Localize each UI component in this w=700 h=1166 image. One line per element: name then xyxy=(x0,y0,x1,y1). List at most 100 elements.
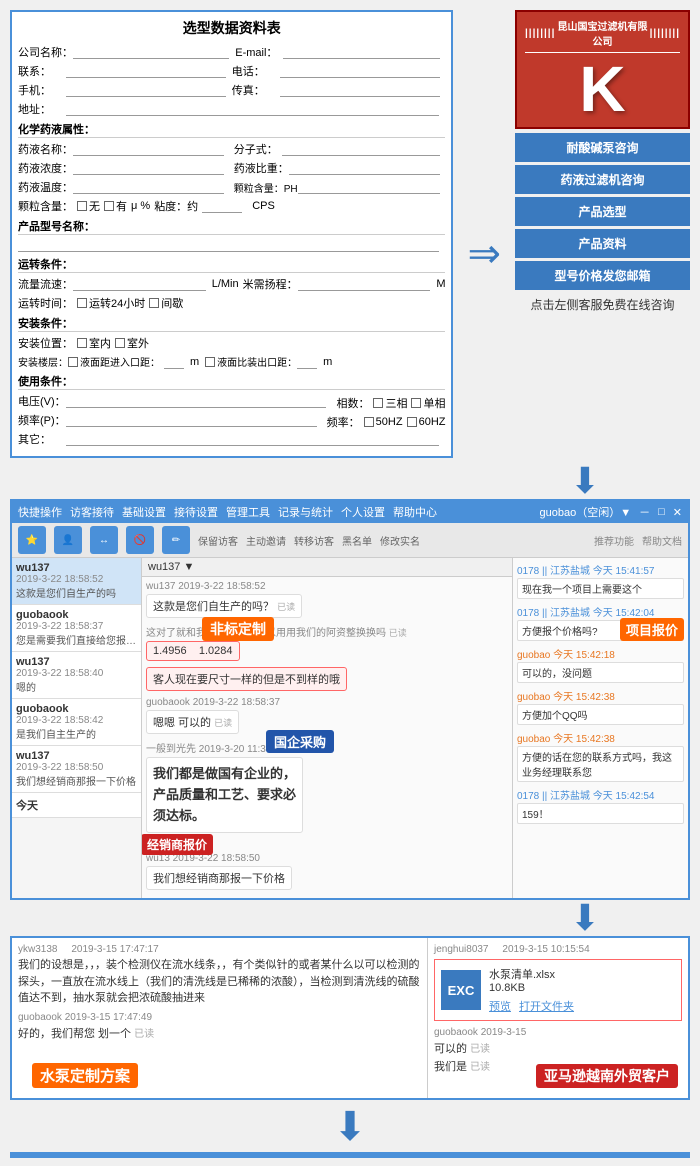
label-non-custom: 非标定制 xyxy=(202,617,274,641)
address-label: 地址： xyxy=(18,101,66,117)
arrow-right-icon: ⇒ xyxy=(467,234,501,274)
visitor-item-today[interactable]: 今天 xyxy=(12,793,141,818)
toolbar-basic-settings[interactable]: 基础设置 xyxy=(122,504,166,520)
right-msg-4: guobao 今天 15:42:38 方便加个QQ吗 xyxy=(517,688,684,725)
drug-name-label: 药液名称： xyxy=(18,141,73,157)
msg-bubble: 这款是您们自生产的吗？ 已读 xyxy=(146,594,302,618)
btn-open-folder[interactable]: 打开文件夹 xyxy=(519,998,574,1014)
visitor-item-wu137-3[interactable]: wu137 2019-3-22 18:58:50 我们想经销商那报一下价格 xyxy=(12,746,141,793)
msg-block-4: guobaook 2019-3-22 18:58:37 嗯嗯 可以的 已读 xyxy=(146,697,508,734)
m3-label: m xyxy=(323,356,332,368)
btn-product-data[interactable]: 产品资料 xyxy=(515,229,690,258)
btn-product-selection[interactable]: 产品选型 xyxy=(515,197,690,226)
toolbar-min[interactable]: － xyxy=(639,504,650,520)
msg-meta: guobaook 2019-3-22 18:58:37 xyxy=(146,697,508,708)
toolbar-help[interactable]: 帮助中心 xyxy=(393,504,437,520)
visitor-item-wu137-2[interactable]: wu137 2019-3-22 18:58:40 嗯的 xyxy=(12,652,141,699)
right-bubble: 可以的，没问题 xyxy=(517,662,684,683)
visitor-msg: 您是需要我们直接给您报价对比？ xyxy=(16,632,137,647)
btn-send-email[interactable]: 型号价格发您邮箱 xyxy=(515,261,690,290)
bottom-right: 亚马逊越南外贸客户 jenghui8037 2019-3-15 10:15:54… xyxy=(428,938,688,1098)
check-60hz[interactable] xyxy=(407,417,417,427)
nav-invite[interactable]: 👤 xyxy=(54,526,82,554)
other-label: 其它： xyxy=(18,431,66,447)
intermittent-label: 间歇 xyxy=(161,295,183,311)
check-liquid-out[interactable] xyxy=(205,357,215,367)
brand-header: |||||||| 昆山国宝过滤机有限公司 |||||||| xyxy=(525,18,680,53)
check-no-label: 无 xyxy=(89,198,100,214)
check-yes[interactable] xyxy=(104,201,114,211)
nav-recommend[interactable]: 推荐功能 xyxy=(594,533,634,548)
msg-block-3: 客人现在要尺寸一样的但是不到样的哦 xyxy=(146,667,508,691)
visitor-item-wu137[interactable]: wu137 2019-3-22 18:58:52 这款是您们自生产的吗 xyxy=(12,558,141,605)
bottom-section: 水泵定制方案 ykw3138 2019-3-15 17:47:17 我们的设想是… xyxy=(10,936,690,1100)
right-msg-1: 0178 || 江苏盐城 今天 15:41:57 现在我一个项目上需要这个 xyxy=(517,562,684,599)
phase-label: 相数： xyxy=(336,395,369,411)
btn-preview[interactable]: 预览 xyxy=(489,998,511,1014)
toolbar-reception-settings[interactable]: 接待设置 xyxy=(174,504,218,520)
company-label: 公司名称： xyxy=(18,44,73,60)
brand-box: |||||||| 昆山国宝过滤机有限公司 |||||||| K xyxy=(515,10,690,129)
nav-retain[interactable]: ⭐ xyxy=(18,526,46,554)
phone-label: 手机： xyxy=(18,82,66,98)
nav-label-transfer: 转移访客 xyxy=(294,533,334,548)
bottom-right-meta: jenghui8037 2019-3-15 10:15:54 xyxy=(434,944,682,955)
toolbar-max[interactable]: □ xyxy=(658,506,665,518)
check-continuous[interactable] xyxy=(77,298,87,308)
click-hint: 点击左侧客服免费在线咨询 xyxy=(530,296,674,313)
install-floor-label: 安装楼层： xyxy=(18,354,68,369)
toolbar-close[interactable]: ✕ xyxy=(673,506,682,519)
msg-meta: 这对了就和我们一样的：可以用用我们的阿资整换换吗 已读 xyxy=(146,624,508,639)
lmin-label: L/Min xyxy=(212,278,239,290)
visitor-msg: 我们想经销商那报一下价格 xyxy=(16,773,137,788)
visitor-time: 2019-3-22 18:58:40 xyxy=(16,668,137,679)
voltage-label: 电压(V)： xyxy=(18,393,66,409)
range-label: 米需扬程： xyxy=(243,276,298,292)
percent-label: μ % xyxy=(131,200,150,212)
check-1phase[interactable] xyxy=(411,398,421,408)
toolbar-quick-ops[interactable]: 快捷操作 xyxy=(18,504,62,520)
nav-transfer[interactable]: ↔ xyxy=(90,526,118,554)
three-phase-label: 三相 xyxy=(385,395,407,411)
check-intermittent[interactable] xyxy=(149,298,159,308)
btn-acid-pump[interactable]: 耐酸碱泵咨询 xyxy=(515,133,690,162)
m2-label: m xyxy=(190,356,199,368)
particle-label: 颗粒含量： xyxy=(18,198,73,214)
check-50hz[interactable] xyxy=(364,417,374,427)
bottom-left: 水泵定制方案 ykw3138 2019-3-15 17:47:17 我们的设想是… xyxy=(12,938,428,1098)
chat-main: wu137 ▼ 非标定制 wu137 2019-3-22 18:58:52 这款… xyxy=(142,558,513,898)
company-name: 昆山国宝过滤机有限公司 xyxy=(555,18,649,48)
visitor-time: 2019-3-22 18:58:50 xyxy=(16,762,137,773)
chat-header: wu137 ▼ xyxy=(142,558,512,577)
right-meta: guobao 今天 15:42:18 xyxy=(517,646,684,661)
toolbar-records[interactable]: 记录与统计 xyxy=(278,504,333,520)
visitor-name: wu137 xyxy=(16,750,137,762)
ph-label: 颗粒含量：PH xyxy=(234,180,298,195)
check-no[interactable] xyxy=(77,201,87,211)
bottom-guobao-msg: 可以的 已读 xyxy=(434,1040,682,1056)
exc-info: 水泵清单.xlsx 10.8KB 预览 打开文件夹 xyxy=(489,966,574,1014)
toolbar-personal[interactable]: 个人设置 xyxy=(341,504,385,520)
nav-help-doc[interactable]: 帮助文档 xyxy=(642,533,682,548)
nav-rename[interactable]: ✏ xyxy=(162,526,190,554)
viscosity-label: 粘度：约 xyxy=(154,198,198,214)
chem-section: 化学药液属性： xyxy=(18,121,445,138)
check-outdoor[interactable] xyxy=(115,338,125,348)
visitor-item-guobaook-2[interactable]: guobaook 2019-3-22 18:58:42 是我们自主生产的 xyxy=(12,699,141,746)
right-meta: 0178 || 江苏盐城 今天 15:42:04 xyxy=(517,604,684,619)
dashes-right: |||||||| xyxy=(650,28,680,39)
visitor-item-guobaook[interactable]: guobaook 2019-3-22 18:58:37 您是需要我们直接给您报价… xyxy=(12,605,141,652)
check-liquid-in[interactable] xyxy=(68,357,78,367)
toolbar-visitor-accept[interactable]: 访客接待 xyxy=(70,504,114,520)
nav-label-blacklist: 黑名单 xyxy=(342,533,372,548)
brand-k-letter: K xyxy=(525,57,680,121)
check-indoor[interactable] xyxy=(77,338,87,348)
btn-drug-filter[interactable]: 药液过滤机咨询 xyxy=(515,165,690,194)
toolbar-management[interactable]: 管理工具 xyxy=(226,504,270,520)
check-3phase[interactable] xyxy=(373,398,383,408)
nav-blacklist[interactable]: 🚫 xyxy=(126,526,154,554)
msg-bubble-custom: 客人现在要尺寸一样的但是不到样的哦 xyxy=(146,667,347,691)
chat-body: wu137 2019-3-22 18:58:52 这款是您们自生产的吗 guob… xyxy=(12,558,688,898)
power-label: 频率(P)： xyxy=(18,412,66,428)
visitor-time: 2019-3-22 18:58:52 xyxy=(16,574,137,585)
